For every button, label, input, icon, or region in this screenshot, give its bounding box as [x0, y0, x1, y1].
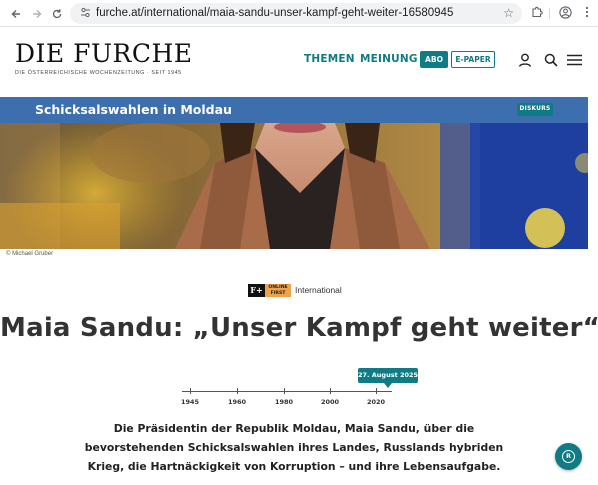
account-icon[interactable] — [558, 6, 573, 21]
search-icon[interactable] — [543, 52, 559, 68]
star-icon[interactable]: ☆ — [503, 6, 514, 20]
reload-icon[interactable] — [49, 6, 64, 21]
furche-round-icon: R — [562, 450, 575, 463]
timeline-date-marker[interactable]: 27. August 2025 — [358, 368, 418, 383]
timeline-tick — [284, 388, 285, 394]
browser-toolbar: furche.at/international/maia-sandu-unser… — [0, 0, 598, 27]
puzzle-icon[interactable] — [529, 6, 544, 21]
nav-meinung[interactable]: MEINUNG — [360, 53, 418, 65]
site-header: DIE FURCHE DIE ÖSTERREICHISCHE WOCHENZEI… — [0, 28, 598, 96]
timeline-tick — [376, 388, 377, 394]
site-logo[interactable]: DIE FURCHE — [15, 40, 193, 68]
article-headline: Maia Sandu: „Unser Kampf geht weiter“ — [0, 313, 598, 343]
user-icon[interactable] — [517, 52, 533, 68]
kebab-icon[interactable] — [579, 6, 594, 21]
online-first-label: ONLINE FIRST — [265, 284, 291, 297]
timeline-tick — [190, 388, 191, 394]
timeline-tick — [237, 388, 238, 394]
topic-banner: Schicksalswahlen in Moldau DISKURS — [0, 97, 588, 123]
tune-icon[interactable] — [79, 7, 92, 20]
url-text[interactable]: furche.at/international/maia-sandu-unser… — [96, 6, 453, 21]
article-lead: Die Präsidentin der Republik Moldau, Mai… — [84, 422, 504, 473]
diskurs-badge[interactable]: DISKURS — [517, 103, 553, 116]
timeline: 27. August 2025 1945 1960 1980 2000 2020 — [181, 366, 418, 411]
timeline-year: 1980 — [274, 398, 294, 406]
arrow-left-icon[interactable] — [8, 6, 23, 21]
section-label[interactable]: International — [295, 285, 342, 296]
address-bar[interactable]: furche.at/international/maia-sandu-unser… — [70, 3, 522, 24]
hero-image — [0, 123, 588, 249]
timeline-year: 2020 — [366, 398, 386, 406]
abo-button[interactable]: ABO — [420, 51, 448, 68]
timeline-year: 1945 — [180, 398, 200, 406]
timeline-year: 1960 — [227, 398, 247, 406]
arrow-right-icon[interactable] — [29, 6, 44, 21]
nav-themen[interactable]: THEMEN — [304, 53, 355, 65]
epaper-button[interactable]: E-PAPER — [451, 51, 495, 68]
timeline-tick — [330, 388, 331, 394]
floating-action-button[interactable]: R — [555, 443, 582, 470]
timeline-year: 2000 — [320, 398, 340, 406]
timeline-pointer — [384, 383, 392, 388]
timeline-axis — [182, 391, 392, 392]
hamburger-menu-icon[interactable] — [566, 52, 583, 68]
site-tagline: DIE ÖSTERREICHISCHE WOCHENZEITUNG · SEIT… — [15, 70, 182, 76]
toolbar-divider — [549, 8, 550, 19]
furche-plus-logo: F+ — [248, 284, 265, 297]
online-first-badge: F+ ONLINE FIRST — [248, 284, 291, 297]
photo-credit: © Michael Gruber — [6, 251, 54, 257]
topic-title[interactable]: Schicksalswahlen in Moldau — [35, 102, 232, 118]
